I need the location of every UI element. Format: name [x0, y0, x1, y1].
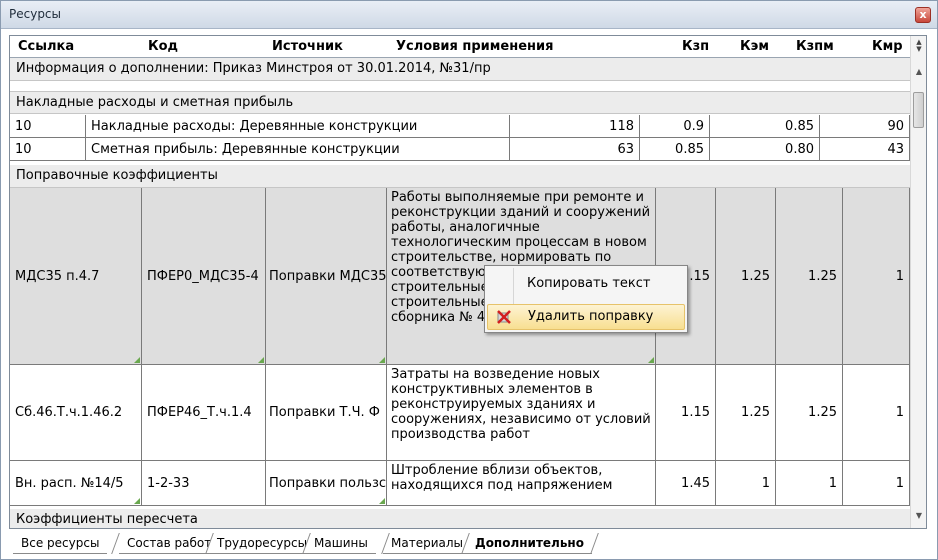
context-menu: Копировать текст Удалить поправку [484, 265, 688, 333]
cell-source-text: Поправки пользс [269, 475, 387, 491]
cell-source: Поправки пользс [266, 461, 387, 505]
group-info: Информация о дополнении: Приказ Минстроя… [10, 58, 910, 81]
table-row[interactable]: 10 Накладные расходы: Деревянные констру… [10, 115, 910, 138]
cell-link: МДС35 п.4.7 [10, 188, 142, 364]
edit-marker-icon [258, 357, 264, 363]
cell-source: Поправки Т.Ч. Ф [266, 365, 387, 460]
edit-marker-icon [134, 357, 140, 363]
resources-grid: Ссылка Код Источник Условия применения К… [9, 35, 927, 529]
cell-code: ПФЕР46_Т.ч.1.4 [142, 365, 266, 460]
table-row[interactable]: Вн. расп. №14/5 1-2-33 Поправки пользс Ш… [10, 461, 910, 506]
cell-value: 0.9 [640, 115, 710, 137]
edit-marker-icon [134, 498, 140, 504]
cell-link-text: МДС35 п.4.7 [15, 268, 100, 284]
cell-source-text: Поправки МДС35 [269, 268, 387, 284]
cell-kmr: 1 [843, 365, 910, 460]
menu-item-copy-label: Копировать текст [527, 276, 651, 291]
tab-work-composition[interactable]: Состав работ [119, 533, 220, 554]
cell-value: 0.80 [710, 138, 820, 160]
cell-link-text: Вн. расп. №14/5 [15, 475, 124, 491]
menu-item-delete-correction[interactable]: Удалить поправку [487, 304, 685, 330]
cell-code: 1-2-33 [142, 461, 266, 505]
cell-kem: 1 [716, 461, 776, 505]
cell-link: Сб.46.Т.ч.1.46.2 [10, 365, 142, 460]
column-header-link[interactable]: Ссылка [18, 39, 74, 54]
scroll-down-icon[interactable]: ▼ [911, 508, 926, 524]
column-header-source[interactable]: Источник [272, 39, 343, 54]
menu-item-delete-label: Удалить поправку [528, 309, 654, 324]
edit-marker-icon [648, 357, 654, 363]
resources-window: Ресурсы x Ссылка Код Источник Условия пр… [0, 0, 938, 560]
cell-kmr: 1 [843, 188, 910, 364]
cell-value: 118 [510, 115, 640, 137]
grid-header: Ссылка Код Источник Условия применения К… [10, 36, 910, 58]
cell-conditions: Затраты на возведение новых конструктивн… [387, 365, 656, 460]
cell-link: 10 [10, 115, 86, 137]
window-title: Ресурсы [9, 7, 62, 21]
cell-kzpm: 1 [776, 461, 843, 505]
cell-link: 10 [10, 138, 86, 160]
column-header-kzp[interactable]: Кзп [682, 39, 709, 54]
tab-machines[interactable]: Машины [306, 533, 376, 554]
tab-all-resources[interactable]: Все ресурсы [13, 533, 108, 554]
tab-materials[interactable]: Материалы [383, 533, 471, 554]
column-header-kem[interactable]: Кэм [740, 39, 769, 54]
menu-item-copy-text[interactable]: Копировать текст [487, 272, 685, 298]
cell-conditions: Штробление вблизи объектов, находящихся … [387, 461, 656, 505]
edit-marker-icon [379, 357, 385, 363]
cell-value: 0.85 [640, 138, 710, 160]
cell-value: 90 [820, 115, 910, 137]
title-bar: Ресурсы x [1, 1, 937, 29]
cell-value: 0.85 [710, 115, 820, 137]
table-row[interactable]: 10 Сметная прибыль: Деревянные конструкц… [10, 138, 910, 161]
cell-name: Сметная прибыль: Деревянные конструкции [86, 138, 510, 160]
cell-kmr: 1 [843, 461, 910, 505]
scroll-up-icon[interactable]: ▲ [911, 64, 926, 80]
cell-kzp: 1.15 [656, 365, 716, 460]
close-button[interactable]: x [915, 7, 931, 23]
cell-source: Поправки МДС35 [266, 188, 387, 364]
cell-name: Накладные расходы: Деревянные конструкци… [86, 115, 510, 137]
tab-labor-resources[interactable]: Трудоресурсы [209, 533, 316, 554]
cell-kzpm: 1.25 [776, 188, 843, 364]
cell-code: ПФЕР0_МДС35-4 [142, 188, 266, 364]
cell-code-text: ПФЕР0_МДС35-4 [147, 268, 259, 284]
cell-value: 43 [820, 138, 910, 160]
vertical-scrollbar[interactable]: ▲ ▼ ▲ ▼ [910, 36, 926, 528]
cell-kzp: 1.45 [656, 461, 716, 505]
table-row[interactable]: Сб.46.Т.ч.1.46.2 ПФЕР46_Т.ч.1.4 Поправки… [10, 365, 910, 461]
table-row[interactable]: МДС35 п.4.7 ПФЕР0_МДС35-4 Поправки МДС35… [10, 188, 910, 365]
scroll-thumb[interactable] [913, 92, 924, 128]
column-header-kmr[interactable]: Кмр [872, 39, 903, 54]
column-header-kzpm[interactable]: Кзпм [796, 39, 834, 54]
column-header-conditions[interactable]: Условия применения [396, 39, 553, 54]
delete-icon [497, 310, 511, 324]
column-header-code[interactable]: Код [148, 39, 178, 54]
tab-additional[interactable]: Дополнительно [467, 533, 592, 554]
cell-kzpm: 1.25 [776, 365, 843, 460]
cell-value: 63 [510, 138, 640, 160]
cell-link: Вн. расп. №14/5 [10, 461, 142, 505]
group-overhead[interactable]: Накладные расходы и сметная прибыль [10, 91, 910, 114]
sort-arrows-icon[interactable]: ▲ ▼ [914, 39, 924, 53]
group-coefficients[interactable]: Поправочные коэффициенты [10, 165, 910, 188]
group-conversion[interactable]: Коэффициенты пересчета [10, 509, 910, 528]
cell-kem: 1.25 [716, 188, 776, 364]
cell-kem: 1.25 [716, 365, 776, 460]
tab-bar: Все ресурсы Состав работ Трудоресурсы Ма… [9, 533, 927, 555]
edit-marker-icon [379, 498, 385, 504]
